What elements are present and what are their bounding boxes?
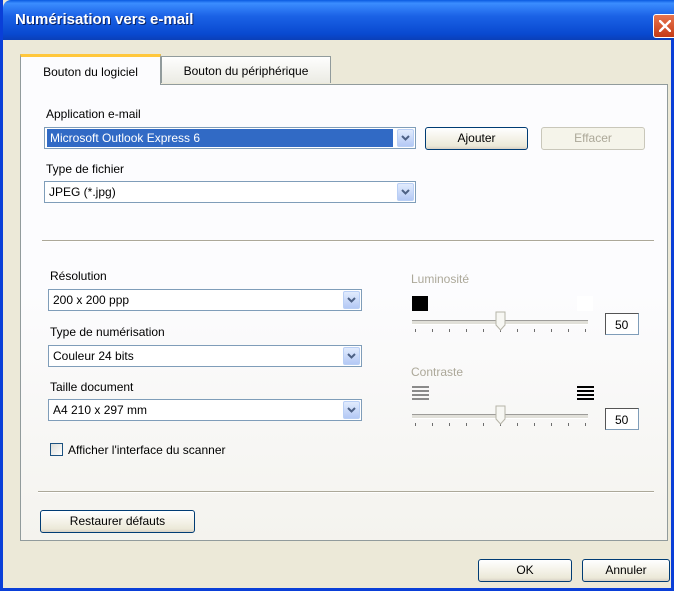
- dropdown-button[interactable]: [343, 401, 360, 419]
- doc-size-value: A4 210 x 297 mm: [53, 403, 148, 417]
- brightness-dark-icon: [412, 296, 428, 311]
- chevron-down-icon: [347, 297, 356, 303]
- email-app-select[interactable]: Microsoft Outlook Express 6: [44, 127, 416, 149]
- resolution-value: 200 x 200 ppp: [53, 293, 130, 307]
- contrast-high-icon: [577, 386, 594, 400]
- chevron-down-icon: [401, 135, 410, 141]
- chevron-down-icon: [347, 407, 356, 413]
- brightness-label: Luminosité: [411, 272, 470, 286]
- brightness-value[interactable]: 50: [605, 313, 639, 335]
- cancel-button[interactable]: Annuler: [582, 559, 670, 582]
- slider-thumb[interactable]: [495, 405, 506, 425]
- tab-panel: Application e-mail Microsoft Outlook Exp…: [20, 84, 668, 541]
- tab-software-button[interactable]: Bouton du logiciel: [20, 54, 161, 85]
- slider-tick: [449, 423, 450, 426]
- slider-tick: [585, 329, 586, 332]
- slider-tick: [466, 329, 467, 332]
- slider-tick: [534, 423, 535, 426]
- contrast-slider[interactable]: [412, 405, 590, 433]
- brightness-slider[interactable]: [412, 311, 590, 339]
- close-button[interactable]: [653, 14, 674, 38]
- doc-size-label: Taille document: [50, 380, 134, 394]
- scan-type-select[interactable]: Couleur 24 bits: [48, 345, 362, 367]
- dropdown-button[interactable]: [397, 129, 414, 147]
- chevron-down-icon: [347, 353, 356, 359]
- show-scanner-label: Afficher l'interface du scanner: [68, 443, 226, 457]
- slider-tick: [568, 329, 569, 332]
- restore-defaults-button[interactable]: Restaurer défauts: [40, 510, 195, 533]
- resolution-label: Résolution: [50, 269, 107, 283]
- tab-device-button[interactable]: Bouton du périphérique: [161, 56, 331, 83]
- separator: [38, 491, 654, 493]
- tab-label: Bouton du périphérique: [183, 64, 309, 78]
- email-app-label: Application e-mail: [46, 107, 141, 121]
- slider-tick: [551, 329, 552, 332]
- separator: [42, 240, 654, 242]
- dropdown-button[interactable]: [343, 291, 360, 309]
- slider-tick: [483, 423, 484, 426]
- slider-tick: [415, 329, 416, 332]
- file-type-select[interactable]: JPEG (*.jpg): [44, 181, 416, 203]
- scan-type-value: Couleur 24 bits: [53, 349, 134, 363]
- email-app-value: Microsoft Outlook Express 6: [47, 129, 393, 147]
- slider-tick: [585, 423, 586, 426]
- scan-type-label: Type de numérisation: [50, 325, 165, 339]
- slider-tick: [517, 329, 518, 332]
- file-type-value: JPEG (*.jpg): [49, 185, 116, 199]
- window-title: Numérisation vers e-mail: [15, 11, 194, 28]
- delete-button[interactable]: Effacer: [541, 127, 645, 150]
- slider-tick: [483, 329, 484, 332]
- slider-tick: [551, 423, 552, 426]
- brightness-light-icon: [577, 296, 593, 311]
- tab-label: Bouton du logiciel: [43, 65, 138, 79]
- slider-thumb[interactable]: [495, 311, 506, 331]
- dialog-window: Numérisation vers e-mail Bouton du logic…: [0, 0, 674, 591]
- title-bar[interactable]: Numérisation vers e-mail: [3, 0, 674, 40]
- contrast-value[interactable]: 50: [605, 408, 639, 430]
- show-scanner-checkbox[interactable]: [50, 443, 63, 456]
- slider-tick: [517, 423, 518, 426]
- slider-tick: [466, 423, 467, 426]
- dropdown-button[interactable]: [343, 347, 360, 365]
- slider-tick: [568, 423, 569, 426]
- contrast-label: Contraste: [411, 365, 464, 379]
- dropdown-button[interactable]: [397, 183, 414, 201]
- slider-tick: [432, 329, 433, 332]
- doc-size-select[interactable]: A4 210 x 297 mm: [48, 399, 362, 421]
- resolution-select[interactable]: 200 x 200 ppp: [48, 289, 362, 311]
- slider-tick: [432, 423, 433, 426]
- close-icon: [659, 20, 671, 32]
- slider-tick: [449, 329, 450, 332]
- contrast-low-icon: [412, 386, 429, 400]
- ok-button[interactable]: OK: [478, 559, 572, 582]
- slider-tick: [415, 423, 416, 426]
- add-button[interactable]: Ajouter: [425, 127, 528, 150]
- slider-tick: [534, 329, 535, 332]
- file-type-label: Type de fichier: [46, 162, 125, 176]
- chevron-down-icon: [401, 189, 410, 195]
